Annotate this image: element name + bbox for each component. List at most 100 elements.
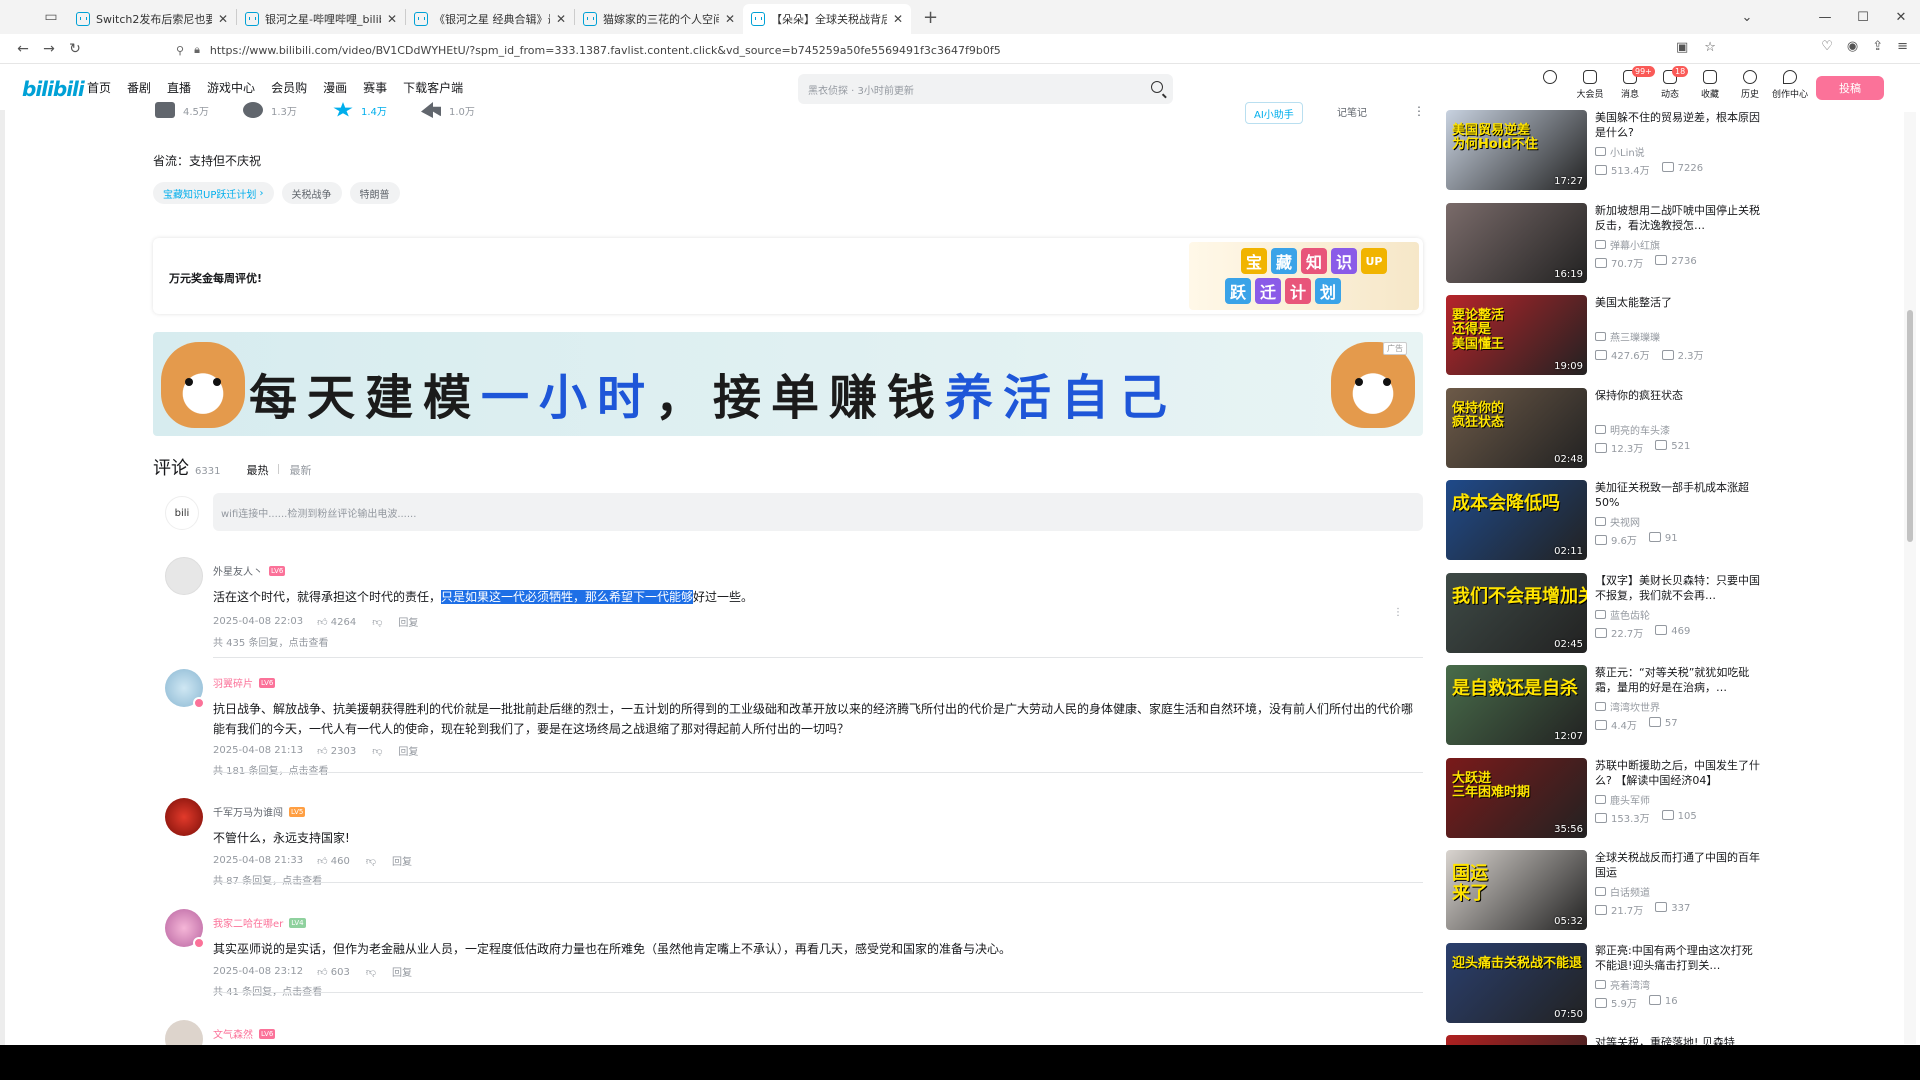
view-replies-link[interactable]: 共 435 条回复，点击查看 bbox=[213, 634, 328, 649]
nav-live[interactable]: 直播 bbox=[167, 79, 191, 96]
video-author[interactable]: 亮着湾湾 bbox=[1595, 977, 1650, 992]
more-icon[interactable]: ⋮ bbox=[1393, 607, 1403, 618]
dislike-icon[interactable]: 👎︎ bbox=[372, 745, 382, 757]
like-comment-button[interactable]: 👍︎ 603 bbox=[317, 966, 350, 978]
video-title[interactable]: 全球关税战反而打通了中国的百年国运 bbox=[1595, 850, 1761, 880]
recommend-video-card[interactable]: 16:19 新加坡想用二战吓唬中国停止关税反击，看沈逸教授怎… 弹幕小红旗 70.7万… bbox=[1446, 202, 1764, 285]
avatar[interactable] bbox=[165, 909, 205, 949]
reply-button[interactable]: 回复 bbox=[398, 743, 418, 758]
reply-button[interactable]: 回复 bbox=[392, 853, 412, 868]
nav-anime[interactable]: 番剧 bbox=[127, 79, 151, 96]
extensions-icon[interactable]: ⇪ bbox=[1872, 39, 1883, 54]
video-author[interactable]: 明亮的车头漆 bbox=[1595, 422, 1670, 437]
view-replies-link[interactable]: 共 87 条回复，点击查看 bbox=[213, 872, 322, 887]
dislike-icon[interactable]: 👎︎ bbox=[372, 616, 382, 628]
video-title[interactable]: 保持你的疯狂状态 bbox=[1595, 388, 1761, 403]
like-button[interactable]: 4.5万 bbox=[155, 102, 209, 118]
tag-item[interactable]: 特朗普 bbox=[349, 182, 400, 204]
nav-download-client[interactable]: 下载客户端 bbox=[403, 79, 463, 96]
bookmark-star-icon[interactable]: ☆ bbox=[1704, 40, 1716, 55]
video-title[interactable]: 美国躲不住的贸易逆差，根本原因是什么? bbox=[1595, 110, 1761, 140]
sort-new[interactable]: 最新 bbox=[289, 462, 311, 478]
video-thumbnail[interactable]: 迎头痛击关税战不能退 07:50 bbox=[1446, 942, 1587, 1023]
more-icon[interactable]: ⋮ bbox=[1413, 104, 1425, 118]
browser-tab[interactable]: 银河之星-哔哩哔哩_bilibili✕ bbox=[237, 4, 405, 34]
video-thumbnail[interactable]: 美国贸易逆差 为何Hold不住 17:27 bbox=[1446, 110, 1587, 190]
sort-hot[interactable]: 最热 bbox=[246, 462, 268, 478]
close-window-icon[interactable]: ✕ bbox=[1882, 10, 1920, 25]
video-thumbnail[interactable]: 成本会降低吗 02:11 bbox=[1446, 480, 1587, 560]
minimize-icon[interactable]: — bbox=[1806, 10, 1844, 25]
dislike-icon[interactable]: 👎︎ bbox=[366, 855, 376, 867]
favorite-button[interactable]: 1.4万 bbox=[333, 102, 387, 118]
like-comment-button[interactable]: 👍︎ 4264 bbox=[317, 616, 356, 628]
browser-tab[interactable]: 《银河之星 经典合辑》最新宣传✕ bbox=[406, 4, 574, 34]
screen-cast-icon[interactable]: ▣ bbox=[1676, 40, 1688, 55]
nav-manga[interactable]: 漫画 bbox=[323, 79, 347, 96]
dislike-icon[interactable]: 👎︎ bbox=[366, 966, 376, 978]
view-replies-link[interactable]: 共 181 条回复，点击查看 bbox=[213, 762, 328, 777]
note-button[interactable]: 记笔记 bbox=[1337, 104, 1367, 119]
tag-item[interactable]: 宝藏知识UP跃迁计划 › bbox=[153, 182, 274, 204]
video-author[interactable]: 湾湾坎世界 bbox=[1595, 699, 1660, 714]
avatar[interactable] bbox=[165, 669, 205, 709]
video-thumbnail[interactable]: 保持你的 疯狂状态 02:48 bbox=[1446, 387, 1587, 468]
pocket-icon[interactable]: ♡ bbox=[1821, 39, 1833, 54]
my-avatar[interactable]: bili bbox=[165, 496, 199, 530]
avatar[interactable] bbox=[165, 557, 203, 595]
coin-button[interactable]: 1.3万 bbox=[243, 102, 297, 118]
favorites-button[interactable]: 收藏 bbox=[1690, 70, 1730, 100]
video-author[interactable]: 鹿头军师 bbox=[1595, 792, 1650, 807]
scrollbar[interactable] bbox=[1904, 112, 1916, 1044]
video-thumbnail[interactable]: 16:19 bbox=[1446, 202, 1587, 283]
close-tab-icon[interactable]: ✕ bbox=[387, 12, 397, 26]
nav-match[interactable]: 赛事 bbox=[363, 79, 387, 96]
reply-button[interactable]: 回复 bbox=[392, 964, 412, 979]
upload-button[interactable]: 投稿 bbox=[1816, 76, 1884, 100]
ad-banner[interactable]: 每天建模一小时，接单赚钱养活自己 广告 bbox=[153, 332, 1423, 436]
site-info-icon[interactable]: ⚲ bbox=[176, 44, 184, 57]
recommend-video-card[interactable]: 迎头痛击关税战不能退 07:50 郭正亮:中国有两个理由这次打死不能退!迎头痛击打到… bbox=[1446, 942, 1764, 1025]
activity-card[interactable]: 万元奖金每周评优! 宝 藏 知 识 UP 跃 迁 计 划 bbox=[153, 238, 1423, 314]
video-title[interactable]: 【双字】美财长贝森特：只要中国不报复，我们就不会再… bbox=[1595, 573, 1761, 603]
avatar[interactable] bbox=[165, 1020, 203, 1045]
video-thumbnail[interactable]: 大跃进 三年困难时期 35:56 bbox=[1446, 757, 1587, 838]
url-field[interactable]: ⚲ 🔒︎ https://www.bilibili.com/video/BV1C… bbox=[176, 39, 1706, 61]
close-tab-icon[interactable]: ✕ bbox=[893, 12, 903, 26]
recommend-video-card[interactable]: 大跃进 三年困难时期 35:56 苏联中断援助之后，中国发生了什么? 【解读中国经济… bbox=[1446, 757, 1764, 840]
view-replies-link[interactable]: 共 41 条回复，点击查看 bbox=[213, 983, 322, 998]
video-author[interactable]: 小Lin说 bbox=[1595, 144, 1645, 159]
video-title[interactable]: 苏联中断援助之后，中国发生了什么? 【解读中国经济04】 bbox=[1595, 758, 1761, 788]
bilibili-logo[interactable]: bilibili bbox=[22, 77, 85, 101]
nav-game[interactable]: 游戏中心 bbox=[207, 79, 255, 96]
scrollbar-thumb[interactable] bbox=[1907, 310, 1913, 542]
video-thumbnail[interactable]: 要论整活 还得是 美国懂王 19:09 bbox=[1446, 295, 1587, 375]
nav-home[interactable]: 首页 bbox=[87, 79, 111, 96]
recommend-video-card[interactable]: 是自救还是自杀 12:07 蔡正元：“对等关税”就犹如吃砒霜，量用的好是在治病，… 湾… bbox=[1446, 665, 1764, 747]
close-tab-icon[interactable]: ✕ bbox=[725, 12, 735, 26]
tag-item[interactable]: 关税战争 bbox=[281, 182, 342, 204]
video-title[interactable]: 美国太能整活了 bbox=[1595, 295, 1761, 310]
browser-tab[interactable]: Switch2发布后索尼也要做好✕ bbox=[68, 4, 236, 34]
video-title[interactable]: 对等关税，重磅落地! 贝森特 bbox=[1595, 1035, 1761, 1045]
recommend-video-card[interactable]: 我们不会再增加关 02:45 【双字】美财长贝森特：只要中国不报复，我们就不会再… 蓝… bbox=[1446, 572, 1764, 655]
recommend-video-card[interactable]: 美国贸易逆差 为何Hold不住 17:27 美国躲不住的贸易逆差，根本原因是什么? 小… bbox=[1446, 110, 1764, 192]
recommend-video-card[interactable]: 对等关税，重磅落地! 贝森特 bbox=[1446, 1035, 1764, 1045]
browser-tab[interactable]: 猫嫁家的三花的个人空间-猫嫁家✕ bbox=[575, 4, 743, 34]
like-comment-button[interactable]: 👍︎ 460 bbox=[317, 855, 350, 867]
message-button[interactable]: 99+ 消息 bbox=[1610, 66, 1655, 100]
recommend-video-card[interactable]: 成本会降低吗 02:11 美加征关税致一部手机成本涨超50% 央视网 9.6万 91 bbox=[1446, 480, 1764, 562]
recommend-video-card[interactable]: 保持你的 疯狂状态 02:48 保持你的疯狂状态 明亮的车头漆 12.3万 521 bbox=[1446, 387, 1764, 470]
forward-icon[interactable]: → bbox=[36, 41, 62, 57]
video-title[interactable]: 新加坡想用二战吓唬中国停止关税反击，看沈逸教授怎… bbox=[1595, 203, 1761, 233]
avatar[interactable] bbox=[165, 798, 203, 836]
browser-tab-active[interactable]: 【朵朵】全球关税战背后，关✕ bbox=[743, 4, 911, 34]
video-thumbnail[interactable]: 我们不会再增加关 02:45 bbox=[1446, 572, 1587, 653]
comment-input[interactable]: wifi连接中......检测到粉丝评论输出电波...... bbox=[213, 493, 1423, 531]
menu-icon[interactable]: ≡ bbox=[1897, 39, 1908, 54]
avatar[interactable] bbox=[1530, 70, 1570, 100]
share-button[interactable]: 1.0万 bbox=[421, 102, 475, 118]
video-author[interactable]: 弹幕小红旗 bbox=[1595, 237, 1660, 252]
account-icon[interactable]: ◉ bbox=[1847, 39, 1858, 54]
video-author[interactable]: 燕三瓅瓅瓅 bbox=[1595, 329, 1660, 344]
